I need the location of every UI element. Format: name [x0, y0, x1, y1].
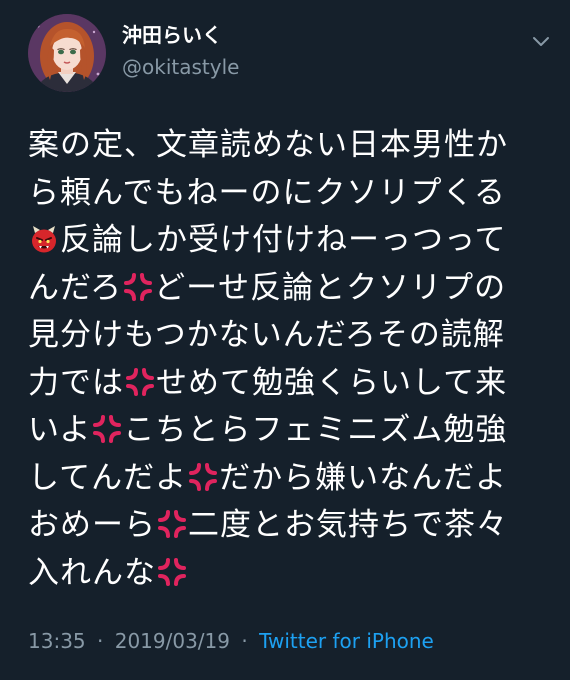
tweet-text-segment: だから嫌いなんだよ: [219, 459, 508, 496]
display-name[interactable]: 沖田らいく: [122, 22, 222, 48]
anger-symbol-icon: [188, 462, 218, 492]
tweet-text-line: 案の定、文章読めない日本男性か: [28, 122, 550, 170]
tweet-text-segment: いよ: [28, 412, 92, 448]
tweet-text-line: ら頼んでもねーのにクソリプくる: [28, 170, 550, 218]
divider: [0, 676, 570, 680]
anger-symbol-icon: [92, 414, 122, 444]
tweet-text: 案の定、文章読めない日本男性か ら頼んでもねーのにクソリプくる反論しか受け付けねー…: [28, 122, 550, 597]
meta-separator: ·: [97, 629, 104, 653]
chevron-down-icon[interactable]: [530, 30, 552, 52]
tweet-text-line: 入れんな: [28, 550, 550, 598]
tweet: 沖田らいく @okitastyle 案の定、文章読めない日本男性か ら頼んでもねー…: [0, 0, 570, 680]
tweet-text-segment: おめーら: [28, 507, 156, 543]
tweet-time[interactable]: 13:35: [28, 629, 86, 653]
tweet-text-segment: 力では: [28, 364, 124, 401]
tweet-text-line: 見分けもつかないんだろその読解: [28, 312, 550, 360]
tweet-date[interactable]: 2019/03/19: [115, 629, 230, 653]
avatar[interactable]: [28, 14, 106, 92]
tweet-text-line: いよ こちとらフェミニズム勉強: [28, 407, 550, 455]
anger-symbol-icon: [157, 509, 187, 539]
tweet-text-line: んだろ どーせ反論とクソリプの: [28, 265, 550, 313]
tweet-text-segment: んだろ: [28, 269, 123, 306]
tweet-text-line: 反論しか受け付けねーっつって: [28, 217, 550, 265]
tweet-text-segment: こちとらフェミニズム勉強: [123, 412, 508, 448]
tweet-meta: 13:35 · 2019/03/19 · Twitter for iPhone: [28, 628, 434, 654]
anger-symbol-icon: [157, 557, 187, 587]
tweet-text-segment: 反論しか受け付けねーっつって: [60, 222, 507, 258]
tweet-source-link[interactable]: Twitter for iPhone: [259, 629, 434, 653]
tweet-text-segment: してんだよ: [28, 459, 188, 496]
tweet-text-line: 力では せめて勉強くらいして来: [28, 360, 550, 408]
tweet-text-segment: せめて勉強くらいして来: [156, 364, 508, 401]
tweet-text-segment: 二度とお気持ちで茶々: [188, 507, 508, 543]
tweet-text-segment: どーせ反論とクソリプの: [154, 269, 507, 306]
tweet-text-segment: 案の定、文章読めない日本男性か: [28, 127, 508, 163]
tweet-text-line: おめーら 二度とお気持ちで茶々: [28, 502, 550, 550]
anger-symbol-icon: [125, 367, 155, 397]
tweet-text-segment: 入れんな: [28, 554, 156, 591]
tweet-text-line: してんだよ だから嫌いなんだよ: [28, 455, 550, 503]
ogre-face-icon: [29, 224, 59, 254]
tweet-text-segment: 見分けもつかないんだろその読解: [28, 317, 505, 353]
meta-separator: ·: [241, 629, 248, 653]
user-handle[interactable]: @okitastyle: [122, 54, 239, 80]
tweet-text-segment: ら頼んでもねーのにクソリプくる: [28, 174, 506, 211]
anger-symbol-icon: [123, 272, 153, 302]
